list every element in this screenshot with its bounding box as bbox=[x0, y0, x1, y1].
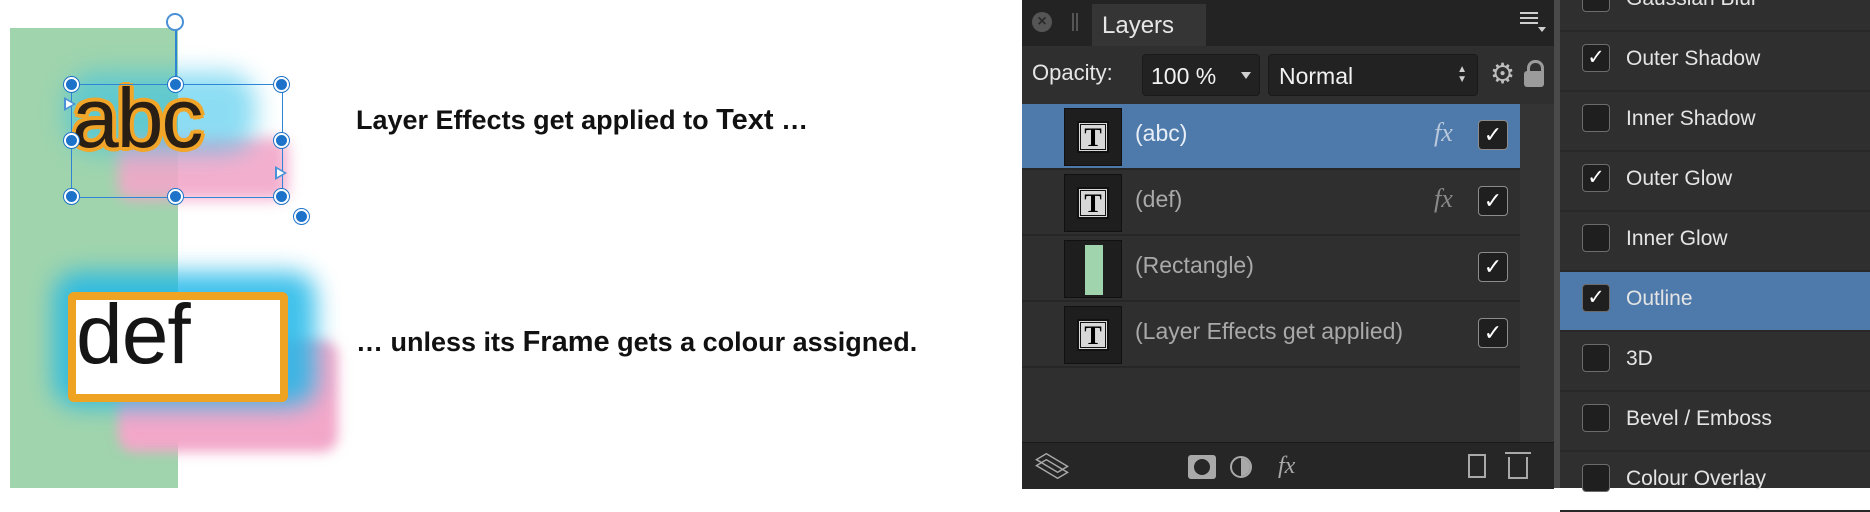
visibility-checkbox[interactable]: ✓ bbox=[1478, 120, 1508, 150]
layer-row-caption[interactable]: T (Layer Effects get applied) ✓ bbox=[1022, 302, 1520, 368]
adjustment-icon[interactable] bbox=[1230, 456, 1252, 478]
layer-list-scrollbar[interactable] bbox=[1520, 104, 1554, 442]
blend-mode-select[interactable]: Normal ▲ ▼ bbox=[1268, 54, 1478, 96]
layers-panel-footer: fx bbox=[1022, 442, 1554, 489]
visibility-checkbox[interactable]: ✓ bbox=[1478, 318, 1508, 348]
stepper-icon: ▲ ▼ bbox=[1457, 64, 1467, 85]
fx-icon[interactable]: fx bbox=[1434, 184, 1453, 214]
effect-label: Inner Glow bbox=[1626, 227, 1728, 250]
effect-colour-overlay[interactable]: Colour Overlay bbox=[1560, 452, 1870, 512]
fx-icon[interactable]: fx bbox=[1434, 118, 1453, 148]
document-canvas[interactable]: abc def Layer Effects get applied to Tex… bbox=[0, 0, 1022, 488]
visibility-checkbox[interactable]: ✓ bbox=[1478, 252, 1508, 282]
layer-name: (Layer Effects get applied) bbox=[1135, 318, 1404, 344]
caption-bold-part: Frame bbox=[522, 326, 610, 358]
mask-icon[interactable] bbox=[1188, 455, 1216, 479]
caption-text[interactable]: Layer Effects get applied to Text … bbox=[356, 104, 808, 137]
caption-text[interactable]: … unless its Frame gets a colour assigne… bbox=[356, 326, 917, 359]
resize-handle-bottom-left[interactable] bbox=[64, 189, 79, 204]
effect-checkbox[interactable]: ✓ bbox=[1582, 164, 1610, 192]
close-icon[interactable]: × bbox=[1032, 12, 1052, 32]
layer-thumbnail: T bbox=[1064, 174, 1122, 232]
layer-thumbnail bbox=[1064, 240, 1122, 298]
effect-checkbox[interactable] bbox=[1582, 224, 1610, 252]
effect-label: Outer Glow bbox=[1626, 167, 1733, 190]
opacity-label: Opacity: bbox=[1032, 60, 1113, 85]
layers-panel-header: × Layers bbox=[1022, 0, 1554, 46]
effect-outer-glow[interactable]: ✓ Outer Glow bbox=[1560, 152, 1870, 212]
effect-label: Colour Overlay bbox=[1626, 467, 1767, 490]
opacity-field[interactable]: 100 % bbox=[1142, 54, 1260, 96]
effect-checkbox[interactable]: ✓ bbox=[1582, 284, 1610, 312]
layer-name: (Rectangle) bbox=[1135, 252, 1254, 278]
rotation-handle[interactable] bbox=[166, 13, 184, 31]
effect-label: Outline bbox=[1626, 287, 1693, 310]
lock-icon[interactable] bbox=[1522, 58, 1546, 88]
layer-name: (def) bbox=[1135, 186, 1183, 212]
effect-inner-glow[interactable]: Inner Glow bbox=[1560, 212, 1870, 272]
trash-icon[interactable] bbox=[1505, 452, 1531, 479]
layers-stack-icon[interactable] bbox=[1034, 451, 1069, 481]
opacity-value: 100 % bbox=[1151, 63, 1217, 89]
resize-handle-top-left[interactable] bbox=[64, 77, 79, 92]
effect-label: 3D bbox=[1626, 347, 1653, 370]
effect-checkbox[interactable] bbox=[1582, 0, 1610, 12]
layer-row-abc[interactable]: T (abc) fx ✓ bbox=[1022, 104, 1520, 170]
layer-name: (abc) bbox=[1135, 120, 1188, 146]
tab-layers[interactable]: Layers bbox=[1092, 4, 1206, 46]
layers-panel: × Layers Opacity: 100 % Normal ▲ ▼ ⚙ T (a… bbox=[1022, 0, 1554, 489]
layer-effects-panel: Gaussian Blur ✓ Outer Shadow Inner Shado… bbox=[1554, 0, 1870, 512]
resize-handle-bottom[interactable] bbox=[168, 189, 183, 204]
effect-bevel-emboss[interactable]: Bevel / Emboss bbox=[1560, 392, 1870, 452]
effect-outline[interactable]: ✓ Outline bbox=[1560, 272, 1870, 332]
effect-label: Bevel / Emboss bbox=[1626, 407, 1772, 430]
def-text-object[interactable]: def bbox=[76, 284, 191, 384]
resize-handle-top-right[interactable] bbox=[274, 77, 289, 92]
effect-checkbox[interactable] bbox=[1582, 104, 1610, 132]
effect-3d[interactable]: 3D bbox=[1560, 332, 1870, 392]
blend-mode-value: Normal bbox=[1279, 63, 1354, 89]
caption-part: … unless its bbox=[356, 327, 523, 357]
effect-label: Outer Shadow bbox=[1626, 47, 1761, 70]
layer-thumbnail: T bbox=[1064, 108, 1122, 166]
caption-part: … bbox=[773, 105, 809, 135]
resize-handle-left[interactable] bbox=[64, 133, 79, 148]
text-layer-icon: T bbox=[1077, 121, 1109, 153]
effect-label: Gaussian Blur bbox=[1626, 0, 1758, 11]
gear-icon[interactable]: ⚙ bbox=[1490, 60, 1518, 88]
drag-grip-icon[interactable] bbox=[1072, 13, 1078, 31]
resize-handle-top[interactable] bbox=[168, 77, 183, 92]
fx-icon[interactable]: fx bbox=[1278, 451, 1295, 481]
layer-thumbnail: T bbox=[1064, 306, 1122, 364]
layer-row-def[interactable]: T (def) fx ✓ bbox=[1022, 170, 1520, 236]
chevron-down-icon[interactable] bbox=[1241, 72, 1251, 79]
effect-gaussian-blur[interactable]: Gaussian Blur bbox=[1560, 0, 1870, 32]
resize-handle-right[interactable] bbox=[274, 133, 289, 148]
layer-list: T (abc) fx ✓ T (def) fx ✓ (Rectangle) ✓ … bbox=[1022, 104, 1520, 442]
caption-part: Layer Effects get applied to bbox=[356, 105, 717, 135]
effect-checkbox[interactable] bbox=[1582, 404, 1610, 432]
text-layer-icon: T bbox=[1077, 187, 1109, 219]
effect-checkbox[interactable] bbox=[1582, 344, 1610, 372]
panel-menu-icon[interactable] bbox=[1520, 12, 1546, 32]
selection-bounding-box bbox=[71, 84, 283, 198]
text-end-marker-icon[interactable] bbox=[275, 166, 287, 180]
text-baseline-marker-icon[interactable] bbox=[64, 97, 76, 111]
caption-bold-part: Text bbox=[716, 104, 774, 136]
effect-label: Inner Shadow bbox=[1626, 107, 1756, 130]
resize-handle-bottom-right[interactable] bbox=[274, 189, 289, 204]
effect-checkbox[interactable]: ✓ bbox=[1582, 44, 1610, 72]
layer-row-rectangle[interactable]: (Rectangle) ✓ bbox=[1022, 236, 1520, 302]
effect-outer-shadow[interactable]: ✓ Outer Shadow bbox=[1560, 32, 1870, 92]
text-layer-icon: T bbox=[1077, 319, 1109, 351]
caption-part: gets a colour assigned. bbox=[609, 327, 918, 357]
text-flow-handle[interactable] bbox=[294, 209, 309, 224]
visibility-checkbox[interactable]: ✓ bbox=[1478, 186, 1508, 216]
rotation-handle-line bbox=[175, 30, 177, 84]
add-pixel-layer-icon[interactable] bbox=[1468, 454, 1486, 478]
rectangle-layer-icon bbox=[1085, 245, 1103, 295]
effect-inner-shadow[interactable]: Inner Shadow bbox=[1560, 92, 1870, 152]
